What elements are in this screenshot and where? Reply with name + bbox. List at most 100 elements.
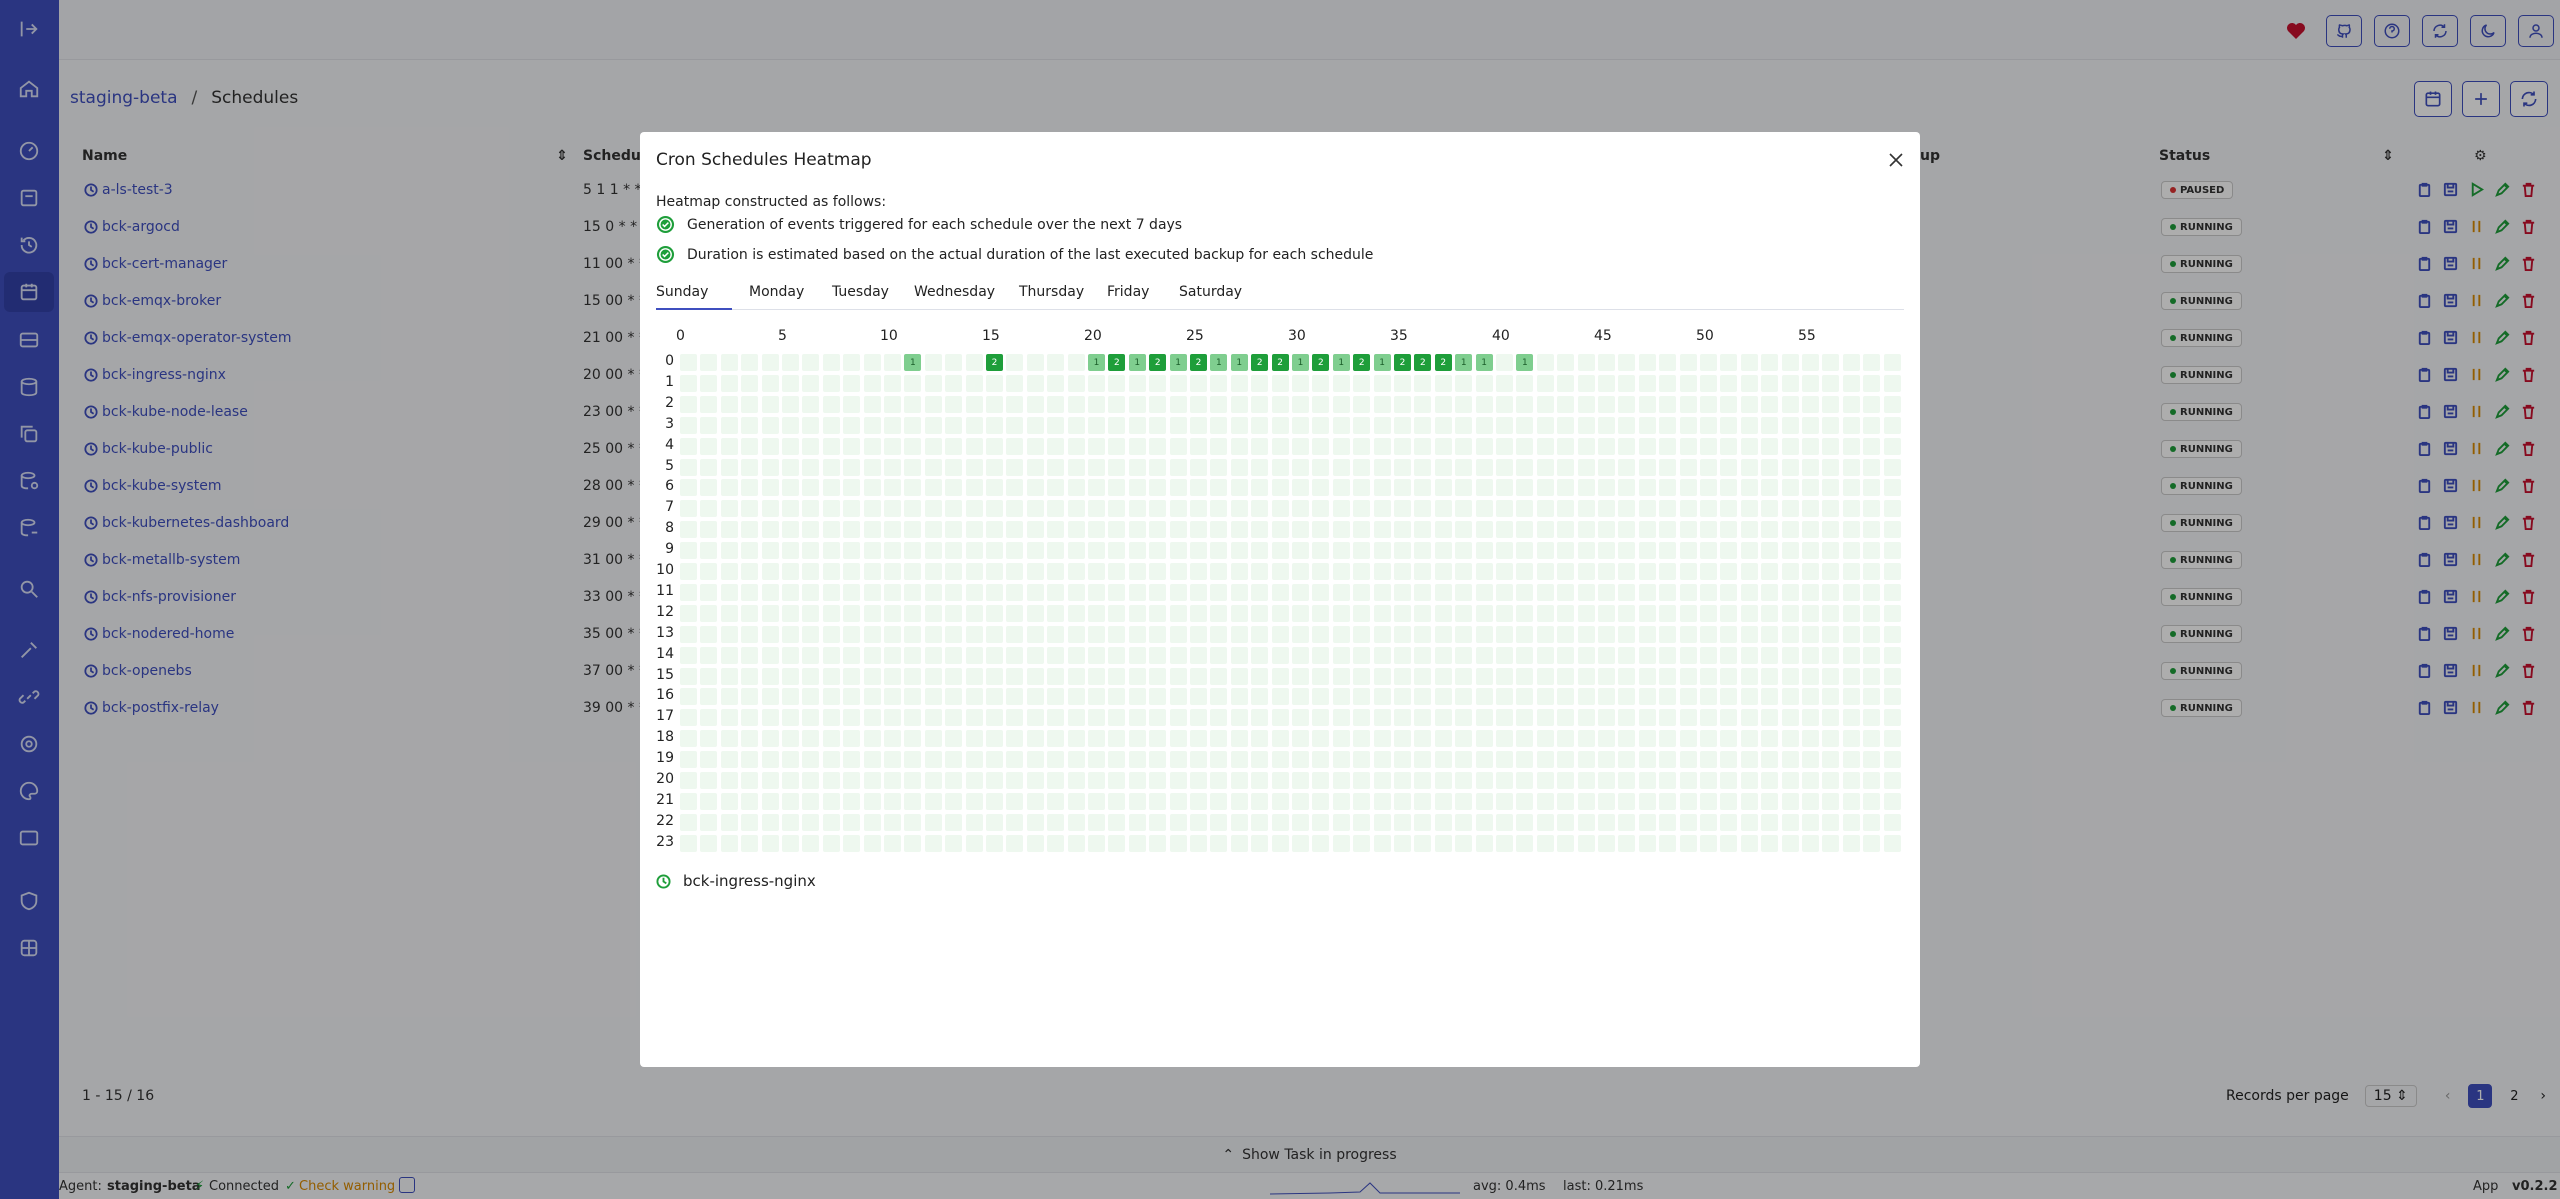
heatmap-cell [802,751,820,769]
heatmap-cell [680,688,697,706]
tab-thursday[interactable]: Thursday [1019,278,1084,310]
heatmap-cell [1761,458,1779,476]
heatmap-cell [1802,583,1819,601]
heatmap-cell [761,604,779,622]
heatmap-cell [924,730,942,748]
heatmap-cell [1863,604,1881,622]
heatmap-cell [1026,730,1044,748]
heatmap-cell [1067,458,1085,476]
heatmap-cell [1414,688,1432,706]
heatmap-cell-active[interactable]: 1 [1373,354,1391,371]
heatmap-cell [1557,709,1575,727]
heatmap-y-label: 17 [656,708,674,725]
heatmap-cell [1475,688,1493,706]
heatmap-cell [741,646,759,664]
heatmap-cell [863,667,881,685]
tab-sunday[interactable]: Sunday [656,278,732,310]
selected-schedule[interactable]: bck-ingress-nginx [656,872,816,890]
heatmap-cell-active[interactable]: 1 [1230,354,1248,371]
tab-wednesday[interactable]: Wednesday [914,278,995,310]
heatmap-cell [1863,374,1881,392]
heatmap-cell [1618,479,1636,497]
heatmap-cell [1679,437,1697,455]
heatmap-cell [1822,563,1840,580]
heatmap-cell-active[interactable]: 1 [1210,354,1228,371]
check-text-1: Generation of events triggered for each … [687,216,1183,233]
heatmap-cell [1108,437,1126,455]
heatmap-cell-active[interactable]: 2 [1271,354,1289,371]
tab-tuesday[interactable]: Tuesday [832,278,889,310]
heatmap-cell [1781,646,1799,664]
tab-monday[interactable]: Monday [749,278,804,310]
heatmap-cell-active[interactable]: 2 [986,354,1003,371]
heatmap-cell [843,354,861,371]
heatmap-cell-active[interactable]: 2 [1190,354,1207,371]
heatmap-cell [680,772,697,789]
heatmap-cell [1394,772,1411,789]
heatmap-cell [720,416,738,434]
heatmap-cell [1332,479,1350,497]
heatmap-cell-active[interactable]: 1 [904,354,922,371]
heatmap-cell [1108,625,1126,643]
heatmap-cell-active[interactable]: 1 [1169,354,1187,371]
heatmap-cell [1638,688,1656,706]
heatmap-cell-active[interactable]: 2 [1394,354,1411,371]
heatmap-cell [986,625,1003,643]
heatmap-cell [1842,500,1860,518]
heatmap-cell [1822,395,1840,413]
heatmap-cell [700,374,718,392]
heatmap-cell [1210,563,1228,580]
heatmap-cell [1659,479,1677,497]
heatmap-cell [1740,604,1758,622]
heatmap-cell [1618,646,1636,664]
heatmap-cell [1332,458,1350,476]
heatmap-cell [1190,834,1207,852]
heatmap-cell [843,688,861,706]
heatmap-cell [1700,354,1717,371]
heatmap-cell [1414,542,1432,560]
heatmap-cell-active[interactable]: 1 [1088,354,1105,371]
heatmap-cell [884,646,901,664]
heatmap-cell [1781,751,1799,769]
heatmap-cell [741,416,759,434]
heatmap-cell-active[interactable]: 2 [1108,354,1126,371]
heatmap-cell [924,583,942,601]
heatmap-cell-active[interactable]: 2 [1434,354,1452,371]
heatmap-cell [1394,583,1411,601]
heatmap-cell [1047,479,1065,497]
heatmap-cell [965,772,983,789]
heatmap-cell [782,646,799,664]
tab-friday[interactable]: Friday [1107,278,1149,310]
heatmap-cell-active[interactable]: 1 [1455,354,1473,371]
heatmap-cell-active[interactable]: 1 [1292,354,1309,371]
heatmap-cell-active[interactable]: 2 [1251,354,1269,371]
heatmap-cell [1577,730,1595,748]
heatmap-cell-active[interactable]: 1 [1475,354,1493,371]
tab-saturday[interactable]: Saturday [1179,278,1242,310]
heatmap-cell [904,458,922,476]
heatmap-cell [700,458,718,476]
heatmap-cell-active[interactable]: 1 [1332,354,1350,371]
heatmap-cell [1047,374,1065,392]
heatmap-cell [986,583,1003,601]
heatmap-cell [782,709,799,727]
heatmap-cell [843,437,861,455]
heatmap-cell-active[interactable]: 1 [1128,354,1146,371]
heatmap-cell [1190,772,1207,789]
heatmap-cell [1373,374,1391,392]
heatmap-cell [884,751,901,769]
heatmap-cell [1863,730,1881,748]
heatmap-cell-active[interactable]: 2 [1353,354,1371,371]
heatmap-cell [1475,751,1493,769]
heatmap-cell [1190,583,1207,601]
heatmap-cell-active[interactable]: 2 [1414,354,1432,371]
heatmap-cell [1455,813,1473,831]
heatmap-cell [1312,730,1330,748]
heatmap-cell [1047,688,1065,706]
heatmap-cell-active[interactable]: 2 [1149,354,1167,371]
heatmap-cell [720,374,738,392]
close-icon[interactable] [1886,150,1906,170]
heatmap-cell-active[interactable]: 1 [1516,354,1534,371]
heatmap-cell [1883,354,1901,371]
heatmap-cell-active[interactable]: 2 [1312,354,1330,371]
